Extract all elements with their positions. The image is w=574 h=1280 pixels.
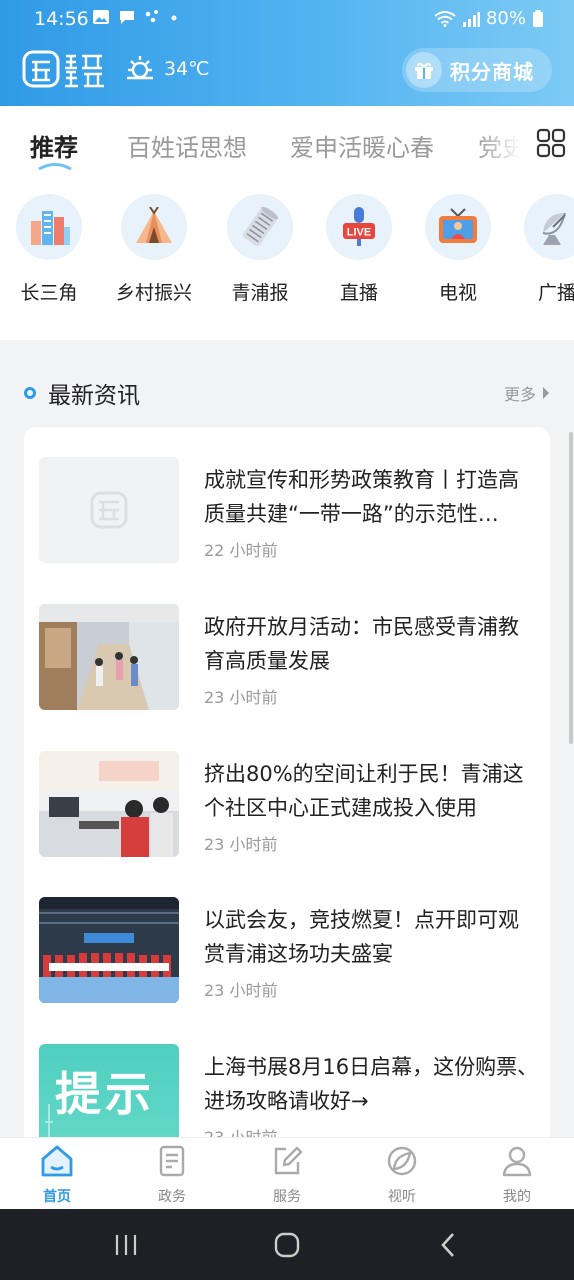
active-tab-indicator [38, 163, 72, 170]
news-title: 以武会友，竞技燃夏！点开即可观赏青浦这场功夫盛宴 [204, 908, 519, 966]
satellite-dish-icon [524, 194, 574, 260]
more-link[interactable]: 更多 [504, 381, 550, 405]
weather-temperature: 34℃ [164, 58, 210, 80]
app-logo [22, 50, 104, 88]
signal-icon [462, 11, 480, 27]
edit-icon [274, 1146, 303, 1175]
document-icon [159, 1145, 185, 1177]
home-icon [41, 1145, 73, 1177]
nav-label: 首页 [43, 1189, 71, 1205]
notification-icons [92, 9, 178, 25]
news-time: 23 小时前 [204, 688, 278, 707]
compass-leaf-icon [387, 1146, 417, 1176]
city-buildings-icon [16, 194, 82, 260]
category-shortcuts: 长三角 乡村振兴 青浦报 LIVE 直播 电视 广播 [0, 180, 574, 340]
news-list: 成就宣传和形势政策教育丨打造高质量共建“一带一路”的示范性… 22 小时前 政府… [24, 427, 550, 1147]
tab-people-thoughts[interactable]: 百姓话思想 [127, 128, 247, 163]
user-icon [502, 1146, 532, 1177]
points-mall-label: 积分商城 [450, 59, 534, 84]
nav-government[interactable]: 政务 [132, 1144, 212, 1206]
tab-warm-spring[interactable]: 爱申活暖心春 [290, 128, 434, 163]
system-navigation-bar [0, 1209, 574, 1280]
category-label: 乡村振兴 [115, 282, 192, 304]
scrollbar[interactable] [569, 432, 573, 744]
list-item[interactable]: 成就宣传和形势政策教育丨打造高质量共建“一带一路”的示范性… 22 小时前 [39, 457, 539, 567]
gift-icon [406, 52, 442, 88]
category-item-live[interactable]: LIVE 直播 [304, 194, 414, 305]
wifi-icon [434, 10, 456, 27]
news-time: 23 小时前 [204, 835, 278, 854]
list-item[interactable]: 政府开放月活动：市民感受青浦教育高质量发展 23 小时前 [39, 604, 539, 714]
category-item-yangtze-delta[interactable]: 长三角 [0, 194, 104, 305]
section-dot-icon [24, 387, 36, 399]
weather-widget: 34℃ [124, 54, 210, 84]
home-button-icon[interactable] [273, 1231, 301, 1259]
list-item[interactable]: 挤出80%的空间让利于民！青浦这个社区中心正式建成投入使用 23 小时前 [39, 751, 539, 861]
news-thumbnail-image [39, 751, 179, 857]
category-label: 直播 [339, 282, 378, 304]
tent-icon [121, 194, 187, 260]
category-label: 电视 [438, 282, 477, 304]
svg-text:LIVE: LIVE [347, 227, 371, 239]
back-icon[interactable] [438, 1231, 458, 1259]
more-label: 更多 [503, 385, 536, 404]
bottom-navigation: 首页 政务 服务 视听 我的 [0, 1137, 574, 1209]
news-thumbnail-notice: 提示 [39, 1044, 179, 1147]
battery-icon [533, 9, 543, 27]
nav-audio-video[interactable]: 视听 [362, 1144, 442, 1206]
sunny-weather-icon [127, 56, 153, 80]
news-thumbnail-image [39, 897, 179, 1003]
newspaper-roll-icon [227, 194, 293, 260]
tv-icon [425, 194, 491, 260]
news-time: 22 小时前 [204, 541, 278, 560]
battery-percent: 80% [485, 8, 526, 29]
points-mall-button[interactable]: 积分商城 [402, 48, 552, 92]
recent-apps-icon[interactable] [114, 1233, 138, 1257]
grid-menu-icon[interactable] [536, 128, 566, 158]
news-title: 上海书展8月16日启幕，这份购票、进场攻略请收好→ [204, 1055, 539, 1113]
nav-label: 视听 [388, 1189, 416, 1205]
section-title: 最新资讯 [48, 383, 140, 409]
category-label: 长三角 [20, 282, 78, 304]
nav-services[interactable]: 服务 [247, 1144, 327, 1206]
chat-bubble-icon [120, 11, 134, 24]
news-time: 23 小时前 [204, 981, 278, 1000]
category-item-tv[interactable]: 电视 [403, 194, 513, 305]
category-label: 青浦报 [231, 282, 289, 304]
status-time: 14:56 [34, 8, 89, 30]
category-item-qingpu-newspaper[interactable]: 青浦报 [205, 194, 315, 305]
status-bar: 14:56 80% [0, 0, 574, 38]
nav-home[interactable]: 首页 [17, 1144, 97, 1206]
app-header: 14:56 80% 34℃ 积分商城 [0, 0, 574, 106]
list-item[interactable]: 以武会友，竞技燃夏！点开即可观赏青浦这场功夫盛宴 23 小时前 [39, 897, 539, 1007]
category-label: 广播 [537, 282, 574, 304]
category-item-radio[interactable]: 广播 [502, 194, 574, 305]
list-item[interactable]: 提示 上海书展8月16日启幕，这份购票、进场攻略请收好→ 23 小时前 [39, 1044, 539, 1147]
news-title: 政府开放月活动：市民感受青浦教育高质量发展 [204, 615, 519, 673]
nav-label: 政务 [158, 1189, 186, 1205]
dots-cluster-icon [145, 10, 158, 23]
nav-profile[interactable]: 我的 [477, 1144, 557, 1206]
chevron-right-icon [543, 387, 549, 399]
more-dot-icon [171, 15, 177, 21]
news-title: 成就宣传和形势政策教育丨打造高质量共建“一带一路”的示范性… [204, 468, 519, 526]
news-thumbnail-image [39, 604, 179, 710]
section-header: 最新资讯 [24, 376, 140, 410]
live-mic-icon: LIVE [326, 194, 392, 260]
nav-label: 我的 [503, 1189, 531, 1205]
channel-tabs: 推荐 百姓话思想 爱申活暖心春 党史 [0, 106, 574, 180]
tab-recommend[interactable]: 推荐 [30, 128, 78, 163]
news-thumbnail-placeholder [39, 457, 179, 563]
category-item-rural-revitalization[interactable]: 乡村振兴 [99, 194, 209, 305]
news-title: 挤出80%的空间让利于民！青浦这个社区中心正式建成投入使用 [204, 762, 524, 820]
gallery-icon [93, 10, 109, 24]
nav-label: 服务 [273, 1189, 301, 1205]
